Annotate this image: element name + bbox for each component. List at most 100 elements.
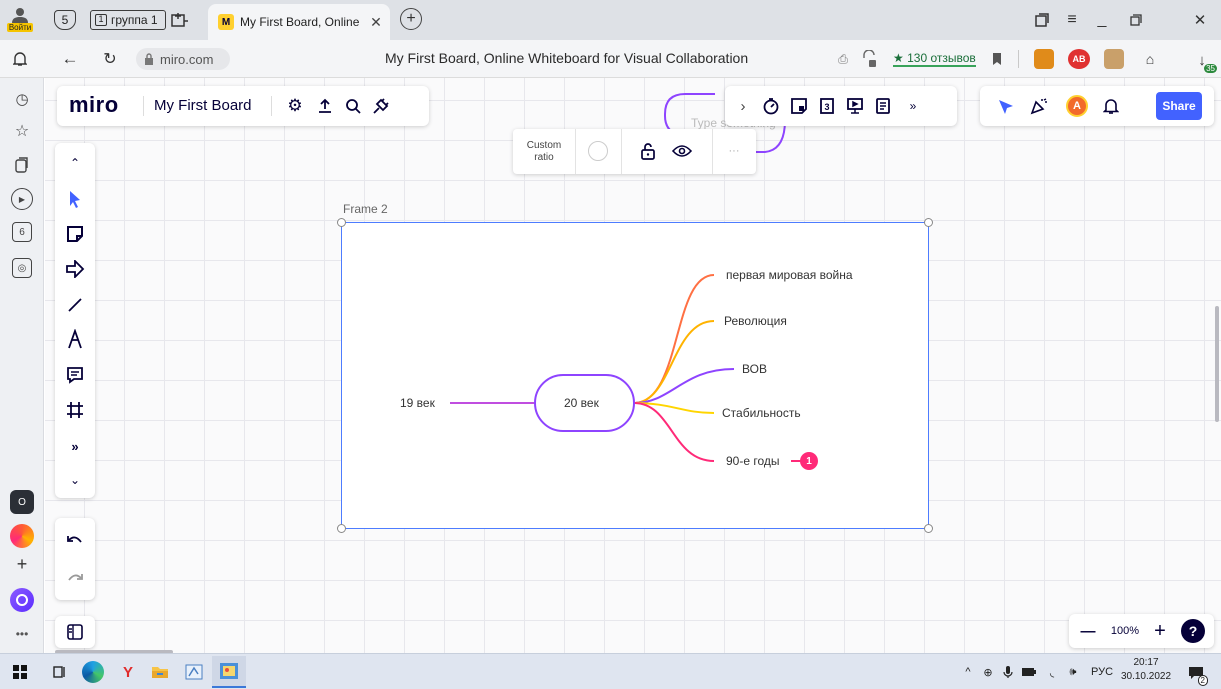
new-tab-group-icon[interactable] [170,10,190,30]
branch-node-3[interactable]: ВОВ [742,362,767,376]
settings-icon[interactable]: ⚙ [283,94,307,118]
windows-start-icon[interactable] [10,662,30,682]
frame-tool-icon[interactable] [63,398,87,422]
url-field[interactable]: miro.com [136,48,230,70]
extension-shield-icon[interactable] [1034,49,1054,69]
tab-counter-button[interactable]: 5 [54,10,76,30]
bookmark-icon[interactable] [990,50,1004,68]
minimize-icon[interactable]: _ [1092,10,1112,30]
frame[interactable]: 19 век 20 век первая мировая война Револ… [337,218,933,533]
sticky-add-icon[interactable] [787,94,811,118]
history-icon[interactable]: ◷ [11,88,33,110]
select-cursor-icon[interactable] [63,187,87,211]
edge-browser-icon[interactable] [82,661,104,683]
extension-cat-icon[interactable] [1104,49,1124,69]
more-options-icon[interactable]: ··· [719,141,749,161]
browser-menu-icon[interactable]: ≡ [1062,10,1082,30]
branch-node-2[interactable]: Революция [724,314,787,328]
tab-miro[interactable]: M My First Board, Online W ✕ [208,4,390,40]
branch-node-4[interactable]: Стабильность [722,406,801,420]
miro-logo[interactable]: miro [69,92,119,118]
bell-icon[interactable] [1100,95,1122,117]
notifications-icon[interactable] [10,49,30,69]
vertical-scrollbar[interactable] [1215,306,1219,422]
collapse-toolbar-icon[interactable]: ⌃ [63,151,87,175]
app-colorful-icon[interactable] [10,524,34,548]
fill-color-swatch[interactable] [588,141,608,161]
lock-icon[interactable] [637,140,659,162]
shape-arrow-icon[interactable] [63,257,87,281]
reload-icon[interactable]: ↻ [100,49,120,69]
tray-app-icon[interactable]: ⊕ [980,663,996,681]
search-icon[interactable] [341,94,365,118]
task-view-icon[interactable] [50,662,70,682]
translate-icon[interactable]: ⎙ [834,50,852,68]
sidebar-app-icon[interactable]: 6 [12,222,32,242]
zoom-level[interactable]: 100% [1105,620,1145,642]
pen-icon[interactable] [63,327,87,351]
protect-icon[interactable] [860,49,878,69]
new-tab-button[interactable]: + [400,8,422,30]
avatar[interactable]: A [1066,95,1088,117]
more-tools-icon[interactable]: » [901,94,925,118]
branch-node-5[interactable]: 90-е годы [726,454,780,468]
extension-puzzle-icon[interactable]: ⌂ [1140,49,1160,69]
clock[interactable]: 20:17 30.10.2022 [1120,656,1172,688]
center-node[interactable]: 20 век [564,396,599,410]
collections-icon[interactable] [11,154,33,176]
frame-title[interactable]: Frame 2 [343,202,388,216]
microphone-icon[interactable] [1000,663,1016,681]
miro-board[interactable]: Type something miro My First Board ⚙ › 3 [45,78,1221,654]
redo-icon[interactable] [63,566,87,590]
share-button[interactable]: Share [1156,92,1202,120]
tab-group-button[interactable]: 1 группа 1 [90,10,166,30]
custom-ratio-button[interactable]: Custom ratio [519,135,569,168]
more-icon[interactable]: ••• [10,624,34,644]
miro-taskbar-app-icon[interactable] [212,656,246,688]
back-icon[interactable]: ← [60,49,80,69]
timer-icon[interactable] [759,94,783,118]
favorites-icon[interactable]: ☆ [11,120,33,142]
zoom-in-button[interactable]: + [1149,620,1171,642]
battery-icon[interactable] [1020,663,1038,681]
app-indicator-icon[interactable]: O [10,490,34,514]
tray-expand-icon[interactable]: ^ [960,663,976,681]
voting-icon[interactable]: 3 [815,94,839,118]
notes-icon[interactable] [871,94,895,118]
reviews-link[interactable]: ★ 130 отзывов [893,51,976,67]
profile-login-button[interactable]: Войти [6,2,34,36]
add-app-icon[interactable]: + [10,552,34,576]
paint-icon[interactable] [184,662,204,682]
wifi-icon[interactable]: ◟ [1044,663,1060,681]
yandex-browser-icon[interactable]: Y [118,662,138,682]
reactions-icon[interactable] [1028,95,1050,117]
tabs-menu-icon[interactable] [1032,10,1052,30]
screenshot-icon[interactable]: ◎ [12,258,32,278]
sticky-note-icon[interactable] [63,222,87,246]
sidebar-toggle-icon[interactable] [63,620,87,644]
integrations-icon[interactable] [369,94,393,118]
comment-count-badge[interactable]: 1 [800,452,818,470]
close-tab-icon[interactable]: ✕ [368,14,384,30]
alice-icon[interactable] [10,588,34,612]
upload-icon[interactable] [313,94,337,118]
extension-ab-icon[interactable]: AB [1068,49,1090,69]
notification-center-icon[interactable]: 2 [1184,662,1208,686]
volume-icon[interactable]: 🕪 [1064,663,1082,681]
media-play-icon[interactable]: ▶ [11,188,33,210]
zoom-out-button[interactable]: — [1077,620,1099,642]
restore-icon[interactable] [1126,10,1146,30]
downloads-icon[interactable]: ↓ 35 [1190,49,1217,73]
expand-toolbar-icon[interactable]: ⌄ [63,468,87,492]
left-node[interactable]: 19 век [400,396,435,410]
language-indicator[interactable]: РУС [1086,663,1118,681]
help-button[interactable]: ? [1181,619,1205,643]
visibility-eye-icon[interactable] [671,140,693,162]
branch-node-1[interactable]: первая мировая война [726,268,853,282]
file-explorer-icon[interactable] [150,662,170,682]
close-window-icon[interactable]: ✕ [1190,10,1210,30]
board-name[interactable]: My First Board [154,97,252,114]
cursor-follow-icon[interactable] [994,95,1016,117]
more-apps-icon[interactable]: » [63,434,87,458]
expand-tools-icon[interactable]: › [733,96,753,116]
